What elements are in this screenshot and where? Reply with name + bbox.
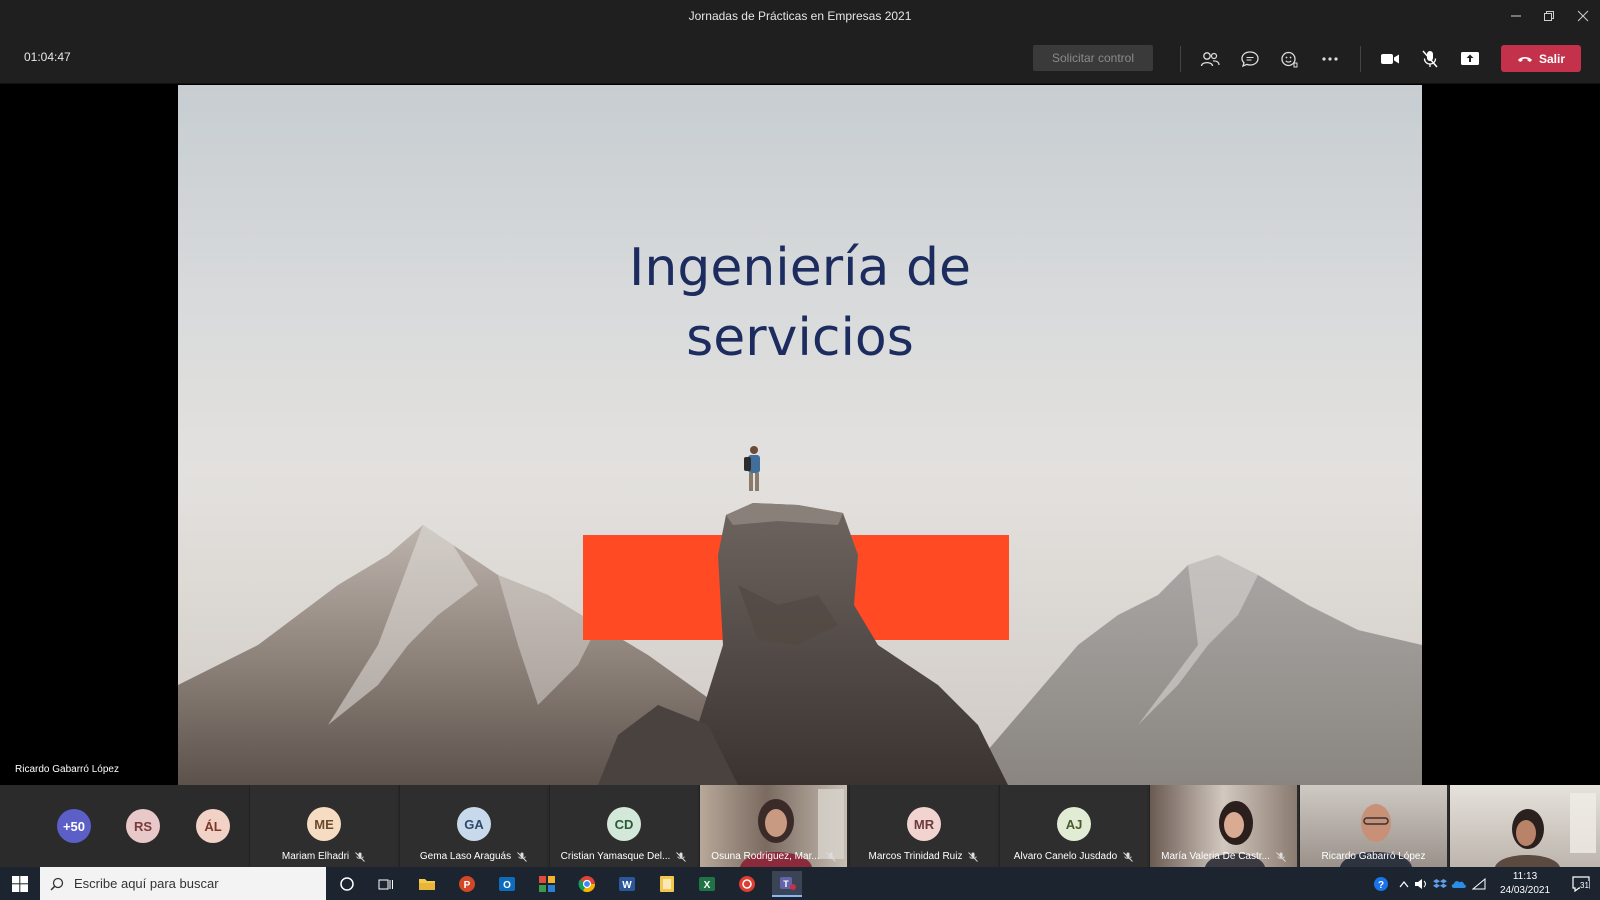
search-placeholder: Escribe aquí para buscar (74, 876, 219, 891)
chevron-up-icon[interactable] (1397, 867, 1411, 900)
participant-avatar: ME (307, 807, 341, 841)
participants-strip: +50 RS ÁL ME Mariam Elhadri GA Gema Laso… (0, 785, 1600, 867)
meeting-toolbar: 01:04:47 Solicitar control Salir (0, 32, 1600, 84)
task-view-icon[interactable] (371, 871, 401, 897)
mic-off-icon (517, 851, 527, 862)
mic-off-icon (1123, 851, 1134, 862)
chat-icon[interactable] (1235, 45, 1265, 73)
notes-icon[interactable] (652, 871, 682, 897)
clock-time: 11:13 (1512, 871, 1538, 882)
windows-taskbar: Escribe aquí para buscar P O W X T ? 11:… (0, 867, 1600, 900)
shared-screen-stage: Ingeniería de servicios Ricardo Gabarró … (0, 85, 1600, 785)
participant-name: Gema Laso Araguás (419, 851, 512, 862)
participant-name: Mariam Elhadri (281, 851, 350, 862)
participant-tile[interactable]: CD Cristian Yamasque Del... (549, 785, 697, 867)
participant-tile[interactable]: GA Gema Laso Araguás (399, 785, 547, 867)
minimize-icon[interactable] (1499, 0, 1533, 32)
slide-title: Ingeniería de servicios (178, 233, 1422, 373)
participant-avatar[interactable]: ÁL (196, 809, 230, 843)
restore-icon[interactable] (1532, 0, 1566, 32)
participant-avatar[interactable]: RS (126, 809, 160, 843)
participant-name: Cristian Yamasque Del... (560, 851, 671, 862)
camera-icon[interactable] (1375, 45, 1405, 73)
svg-text:T: T (783, 879, 789, 889)
toolbar-divider (1180, 46, 1181, 72)
participant-video-tile[interactable]: Ricardo Gabarró López (1299, 785, 1447, 867)
participant-avatar: AJ (1057, 807, 1091, 841)
participant-avatar: GA (457, 807, 491, 841)
leave-button[interactable]: Salir (1501, 45, 1581, 72)
onedrive-icon[interactable] (1450, 867, 1468, 900)
participant-video-tile[interactable]: María Valeria De Castr... (1149, 785, 1297, 867)
red-app-icon[interactable] (732, 871, 762, 897)
participants-icon[interactable] (1195, 45, 1225, 73)
svg-text:X: X (704, 880, 711, 891)
request-control-button[interactable]: Solicitar control (1033, 45, 1153, 71)
dropbox-icon[interactable] (1431, 867, 1449, 900)
mic-off-icon (355, 851, 365, 862)
participant-tile[interactable]: ME Mariam Elhadri (249, 785, 397, 867)
clock-date: 24/03/2021 (1499, 885, 1551, 896)
excel-icon[interactable]: X (692, 871, 722, 897)
volume-icon[interactable] (1412, 867, 1430, 900)
windows-start-icon[interactable] (0, 867, 40, 900)
presentation-slide: Ingeniería de servicios (178, 85, 1422, 785)
more-icon[interactable] (1315, 45, 1345, 73)
participant-avatar: CD (607, 807, 641, 841)
meeting-timer: 01:04:47 (24, 50, 71, 64)
slide-title-line2: servicios (686, 308, 914, 368)
participant-video-tile[interactable]: Osuna Rodriguez, Mar... (699, 785, 847, 867)
mountain-photo (178, 446, 1422, 785)
participant-name: Osuna Rodriguez, Mar... (711, 851, 820, 862)
taskbar-search-box[interactable]: Escribe aquí para buscar (40, 867, 326, 900)
reactions-icon[interactable] (1275, 45, 1305, 73)
app-grid-icon[interactable] (532, 871, 562, 897)
mic-off-icon (1276, 851, 1286, 862)
notifications-icon[interactable]: 31 (1566, 867, 1596, 900)
leave-label: Salir (1538, 51, 1565, 66)
participant-tile[interactable]: AJ Alvaro Canelo Jusdado (999, 785, 1147, 867)
mic-off-icon (676, 851, 687, 862)
title-bar: Jornadas de Prácticas en Empresas 2021 (0, 0, 1600, 32)
hiker-figure (744, 446, 760, 491)
outlook-icon[interactable]: O (492, 871, 522, 897)
file-explorer-icon[interactable] (412, 871, 442, 897)
presenter-name-label: Ricardo Gabarró López (15, 764, 119, 775)
self-video-tile[interactable] (1449, 785, 1600, 867)
participant-name: Alvaro Canelo Jusdado (1013, 851, 1118, 862)
video-feed (1495, 793, 1596, 867)
chrome-icon[interactable] (572, 871, 602, 897)
taskbar-clock[interactable]: 11:13 24/03/2021 (1490, 870, 1560, 898)
svg-text:?: ? (1378, 880, 1384, 891)
svg-text:W: W (622, 880, 632, 891)
svg-text:P: P (464, 880, 471, 891)
participant-tile[interactable]: MR Marcos Trinidad Ruiz (849, 785, 997, 867)
powerpoint-icon[interactable]: P (452, 871, 482, 897)
word-icon[interactable]: W (612, 871, 642, 897)
slide-title-line1: Ingeniería de (629, 238, 971, 298)
overflow-participants-badge[interactable]: +50 (57, 809, 91, 843)
search-icon (50, 877, 64, 891)
hang-up-icon (1517, 56, 1532, 62)
close-icon[interactable] (1566, 0, 1600, 32)
window-title: Jornadas de Prácticas en Empresas 2021 (688, 9, 912, 23)
participant-name: Marcos Trinidad Ruiz (868, 851, 963, 862)
wifi-icon[interactable] (1470, 867, 1488, 900)
help-icon[interactable]: ? (1368, 867, 1394, 900)
teams-icon[interactable]: T (772, 871, 802, 897)
notification-count: 31 (1580, 881, 1589, 890)
cortana-icon[interactable] (332, 871, 362, 897)
participant-name: María Valeria De Castr... (1161, 851, 1270, 862)
toolbar-divider (1360, 46, 1361, 72)
mic-off-icon[interactable] (1415, 45, 1445, 73)
share-icon[interactable] (1455, 45, 1485, 73)
mic-off-icon (825, 851, 836, 862)
mic-off-icon (968, 851, 979, 862)
svg-text:O: O (503, 880, 511, 891)
participant-avatar: MR (907, 807, 941, 841)
participant-name: Ricardo Gabarró López (1321, 851, 1426, 862)
